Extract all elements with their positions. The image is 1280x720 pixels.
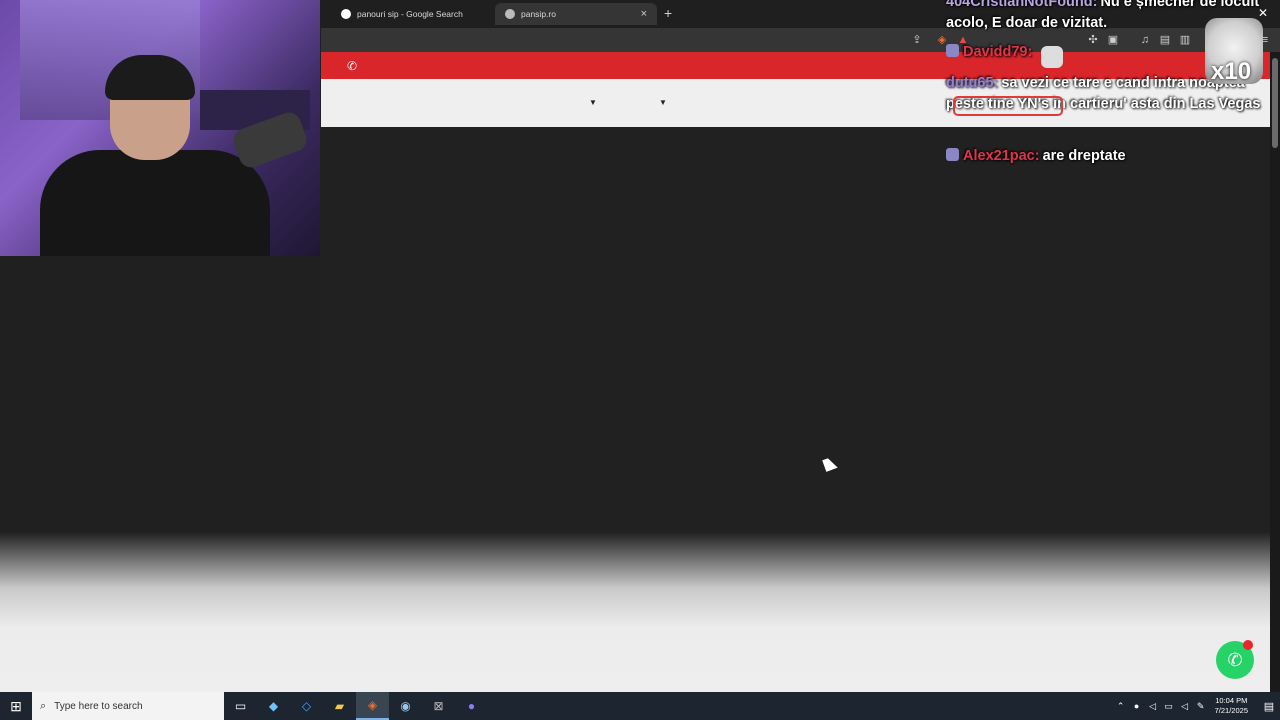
tab-label: panouri sip - Google Search <box>357 9 463 19</box>
notifications-icon[interactable]: ▤ <box>1258 700 1280 713</box>
page-content-dark <box>321 127 1270 532</box>
page-content-fade <box>0 532 1280 692</box>
dropdown-caret-icon[interactable]: ▼ <box>589 98 597 107</box>
brave-icon: ◈ <box>367 698 378 712</box>
clock-time: 10:04 PM <box>1215 696 1248 705</box>
volume-icon[interactable]: ◁ <box>1177 701 1193 712</box>
task-view-button[interactable]: ▭ <box>224 692 257 720</box>
taskbar-app-discord[interactable]: ● <box>455 692 488 720</box>
microphone-icon[interactable]: ● <box>1129 701 1145 711</box>
windows-taskbar: ⊞ ⌕ Type here to search ▭ ◆ ◇ ▰ ◈ ◉ ⊠ ● … <box>0 692 1280 720</box>
discord-icon: ● <box>467 699 476 713</box>
tab-pansip[interactable]: pansip.ro × <box>495 3 657 25</box>
chat-message: Alex21pac: are dreptate <box>946 146 1272 167</box>
cat-emote-icon <box>1041 46 1063 68</box>
google-icon <box>341 9 351 19</box>
chat-username: Alex21pac: <box>963 148 1040 164</box>
windows-icon: ⊞ <box>10 697 22 714</box>
xbox-icon: ⊠ <box>433 699 444 713</box>
taskbar-app-copilot-2[interactable]: ◇ <box>290 692 323 720</box>
dropdown-caret-icon[interactable]: ▼ <box>659 98 667 107</box>
highlight-box <box>953 96 1063 116</box>
clock[interactable]: 10:04 PM 7/21/2025 <box>1215 696 1248 716</box>
taskbar-app-steam[interactable]: ◉ <box>389 692 422 720</box>
taskbar-app-brave[interactable]: ◈ <box>356 692 389 720</box>
task-view-icon: ▭ <box>234 699 247 713</box>
globe-icon <box>505 9 515 19</box>
close-tab-icon[interactable]: × <box>641 8 647 20</box>
phone-icon[interactable]: ✆ <box>347 59 357 73</box>
clock-date: 7/21/2025 <box>1214 706 1248 715</box>
copilot-icon: ◇ <box>301 699 312 713</box>
speaker-icon[interactable]: ◁ <box>1145 701 1161 712</box>
emote-counter: x10 <box>1211 58 1252 85</box>
taskbar-app-xbox[interactable]: ⊠ <box>422 692 455 720</box>
chevron-up-icon[interactable]: ⌃ <box>1113 701 1129 712</box>
start-button[interactable]: ⊞ <box>0 692 32 720</box>
pen-icon[interactable]: ✎ <box>1193 701 1209 712</box>
copilot-icon: ◆ <box>268 699 279 713</box>
network-icon[interactable]: ▭ <box>1161 701 1177 712</box>
chat-username: dutu65: <box>946 75 999 91</box>
taskbar-app-copilot[interactable]: ◆ <box>257 692 290 720</box>
taskbar-app-explorer[interactable]: ▰ <box>323 692 356 720</box>
system-tray: ⌃ ● ◁ ▭ ◁ ✎ 10:04 PM 7/21/2025 ▤ <box>1113 692 1280 720</box>
chat-username: 404CristianNotFound: <box>946 0 1098 10</box>
whatsapp-icon: ✆ <box>1227 649 1243 670</box>
taskbar-search[interactable]: ⌕ Type here to search <box>32 692 224 720</box>
close-icon[interactable]: ✕ <box>1258 6 1268 20</box>
tab-label: pansip.ro <box>521 9 556 19</box>
notification-dot <box>1243 640 1253 650</box>
webcam-overlay <box>0 0 320 256</box>
folder-icon: ▰ <box>334 699 345 713</box>
share-icon[interactable]: ⇪ <box>911 34 923 46</box>
search-icon: ⌕ <box>40 699 47 712</box>
subscriber-badge-icon <box>946 44 959 57</box>
chat-username: Davidd79: <box>963 44 1033 60</box>
chat-text: are dreptate <box>1042 148 1126 164</box>
search-placeholder: Type here to search <box>54 700 143 712</box>
steam-icon: ◉ <box>400 699 411 713</box>
tab-google-search[interactable]: panouri sip - Google Search <box>331 3 491 25</box>
new-tab-button[interactable]: + <box>664 5 672 21</box>
streamer-shirt <box>40 150 270 256</box>
subscriber-badge-icon <box>946 148 959 161</box>
